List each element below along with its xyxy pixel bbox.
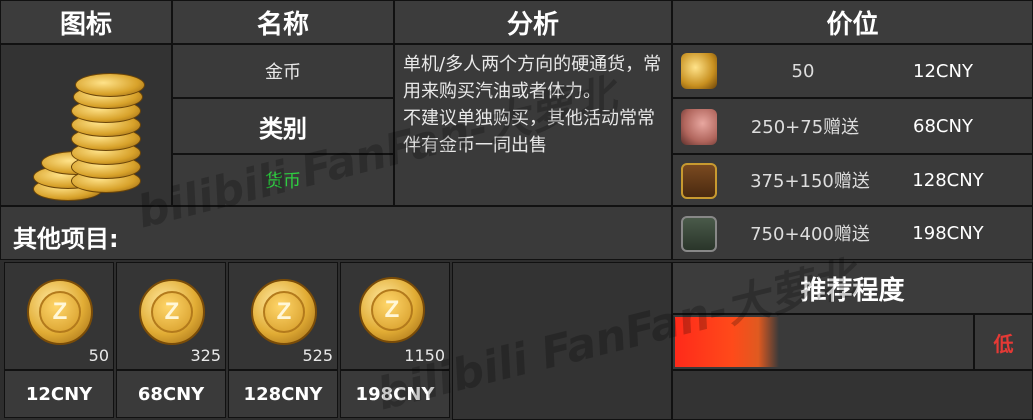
recommend-title: 推荐程度 [672,262,1033,314]
coin-icon: Z [27,279,93,345]
price-row: 750+400赠送 198CNY [672,206,1033,260]
item-icon-cell [0,44,172,206]
recommend-empty [672,370,1033,420]
price-amount: 750+400赠送 [750,224,870,245]
header-icon: 图标 [0,0,172,44]
price-amount: 375+150赠送 [750,171,870,192]
header-analysis: 分析 [394,0,672,44]
coin-stack-icon [681,53,717,89]
safe-icon [681,216,717,252]
other-items-title: 其他项目: [0,206,672,260]
price-value: 68CNY [913,115,973,137]
other-item-card: Z 525 [228,262,338,370]
other-item-amount: 1150 [404,346,445,365]
analysis-para-2: 不建议单独购买，其他活动常常伴有金币一同出售 [403,108,655,156]
price-amount: 250+75赠送 [750,117,860,138]
price-amount: 50 [791,60,815,82]
analysis-text: 单机/多人两个方向的硬通货，常用来购买汽油或者体力。 不建议单独购买，其他活动常… [394,44,672,206]
header-name: 名称 [172,0,394,44]
coin-icon: Z [251,279,317,345]
other-items-empty [452,262,672,420]
other-item-amount: 525 [302,346,333,365]
analysis-para-1: 单机/多人两个方向的硬通货，常用来购买汽油或者体力。 [403,54,662,102]
recommend-level: 低 [974,314,1033,370]
coin-icon: Z [139,279,205,345]
other-item-card: Z 50 [4,262,114,370]
price-value: 128CNY [912,169,984,191]
item-name: 金币 [172,44,394,98]
other-item-price: 198CNY [340,370,450,418]
other-item-price: 12CNY [4,370,114,418]
other-item-price: 128CNY [228,370,338,418]
price-row: 250+75赠送 68CNY [672,98,1033,154]
price-row: 50 12CNY [672,44,1033,98]
category-label: 类别 [172,98,394,154]
price-value: 198CNY [912,222,984,244]
other-item-amount: 325 [190,346,221,365]
coin-stack-icon [21,59,161,205]
price-value: 12CNY [913,60,973,82]
treasure-chest-icon [681,163,717,199]
other-item-card: Z 1150 [340,262,450,370]
coin-icon: Z [359,277,425,343]
recommend-bar-fill [675,317,779,367]
other-item-card: Z 325 [116,262,226,370]
other-item-price: 68CNY [116,370,226,418]
piggy-bank-icon [681,109,717,145]
recommend-bar [672,314,974,370]
header-price: 价位 [672,0,1033,44]
price-row: 375+150赠送 128CNY [672,154,1033,206]
other-item-amount: 50 [88,346,109,365]
category-value: 货币 [172,154,394,206]
